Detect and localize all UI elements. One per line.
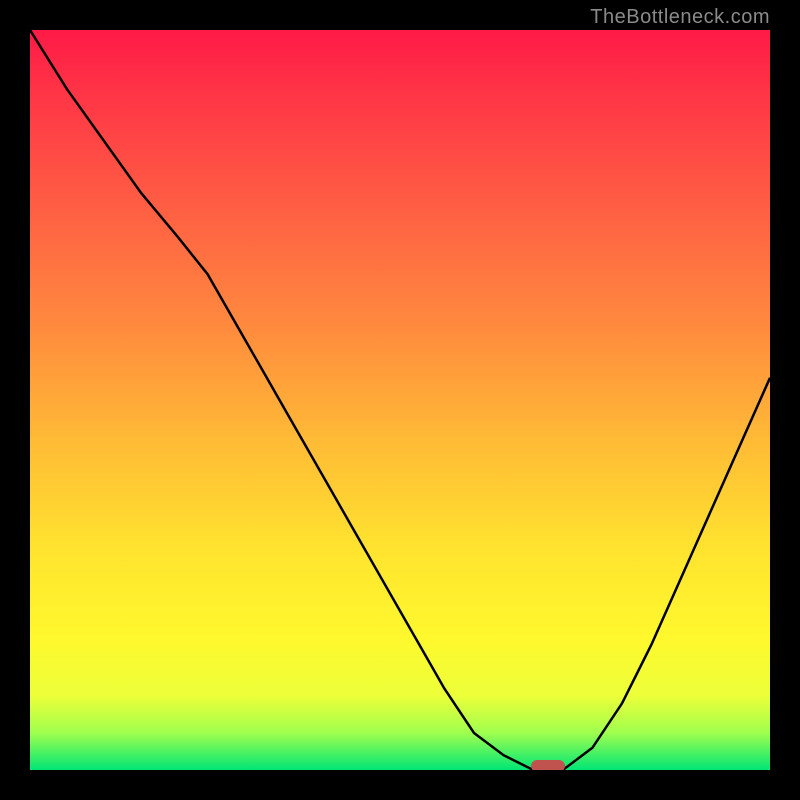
curve-layer <box>30 30 770 770</box>
plot-area <box>30 30 770 770</box>
bottleneck-curve <box>30 30 770 770</box>
watermark-text: TheBottleneck.com <box>590 6 770 29</box>
bottleneck-chart: TheBottleneck.com <box>0 0 800 800</box>
minimum-marker <box>531 760 565 770</box>
